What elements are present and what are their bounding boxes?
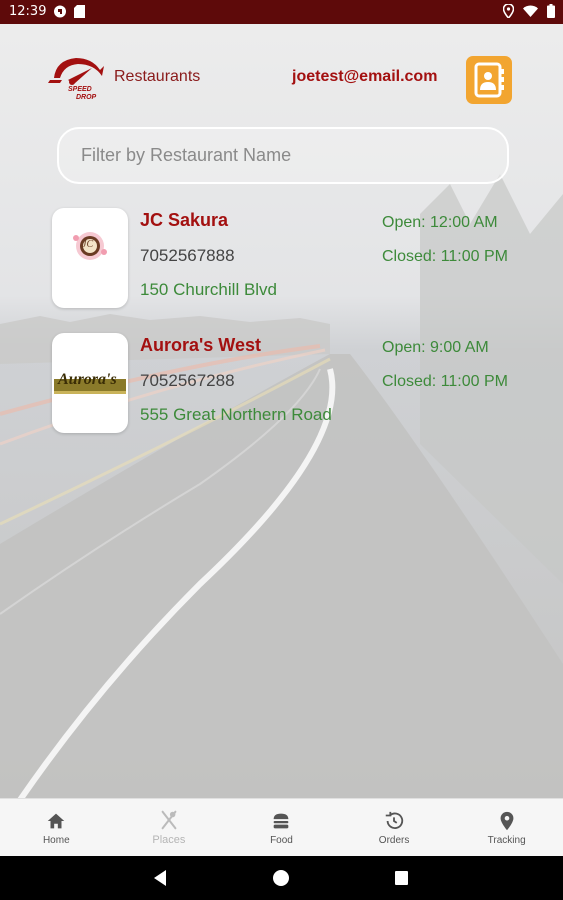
restaurant-open-time: Open: 12:00 AM (382, 214, 498, 231)
search-input[interactable] (59, 129, 507, 182)
nav-orders[interactable]: Orders (338, 799, 451, 856)
sd-card-icon (74, 5, 86, 18)
nav-home[interactable]: Home (0, 799, 113, 856)
status-time: 12:39 (9, 4, 47, 19)
nav-places[interactable]: Places (113, 799, 226, 856)
recents-icon[interactable] (395, 871, 408, 885)
restaurant-phone[interactable]: 7052567288 (140, 371, 235, 391)
burger-icon (274, 813, 289, 828)
bottom-navigation: Home Places Food Orders Tracking (0, 798, 563, 856)
system-nav-bar (0, 856, 563, 900)
restaurant-address: 150 Churchill Blvd (140, 280, 278, 299)
restaurant-phone[interactable]: 7052567888 (140, 246, 235, 266)
wifi-icon (523, 5, 538, 21)
restaurant-logo: Aurora's (52, 333, 128, 433)
nav-label: Places (152, 834, 186, 846)
restaurant-logo: JC (52, 208, 128, 308)
restaurant-name: JC Sakura (140, 210, 229, 230)
jc-sakura-logo (73, 232, 107, 260)
back-icon[interactable] (154, 870, 166, 886)
status-bar: 12:39 (0, 0, 563, 24)
jc-logo-text: JC (82, 239, 94, 250)
history-icon (385, 811, 404, 829)
nav-label: Tracking (487, 834, 526, 846)
auroras-logo-text: Aurora's (58, 371, 117, 388)
home-icon (48, 813, 65, 828)
contact-button[interactable] (466, 56, 512, 104)
restaurant-address: 555 Great Northern Road (140, 405, 332, 424)
user-email: joetest@email.com (292, 68, 438, 85)
notification-icon (54, 5, 66, 18)
contact-book-icon (474, 62, 504, 98)
restaurant-name: Aurora's West (140, 335, 261, 355)
nav-food[interactable]: Food (225, 799, 338, 856)
nav-label: Orders (378, 834, 410, 846)
logo-wordmark: SPEED DROP (68, 86, 97, 101)
nav-tracking[interactable]: Tracking (450, 799, 563, 856)
restaurant-card-auroras-west[interactable]: Aurora's Aurora's West 7052567288 555 Gr… (52, 333, 512, 437)
location-icon (502, 3, 515, 22)
battery-icon (547, 4, 555, 22)
location-pin-icon (500, 811, 514, 830)
home-circle-icon[interactable] (273, 870, 289, 886)
restaurant-filter-field[interactable] (57, 127, 509, 184)
restaurant-close-time: Closed: 11:00 PM (382, 248, 508, 265)
restaurant-card-jc-sakura[interactable]: JC JC Sakura 7052567888 150 Churchill Bl… (52, 208, 512, 312)
fork-knife-icon (161, 810, 177, 830)
restaurant-close-time: Closed: 11:00 PM (382, 373, 508, 390)
restaurant-open-time: Open: 9:00 AM (382, 339, 489, 356)
page-title: Restaurants (114, 68, 201, 85)
nav-label: Home (42, 834, 70, 846)
nav-label: Food (270, 834, 293, 846)
